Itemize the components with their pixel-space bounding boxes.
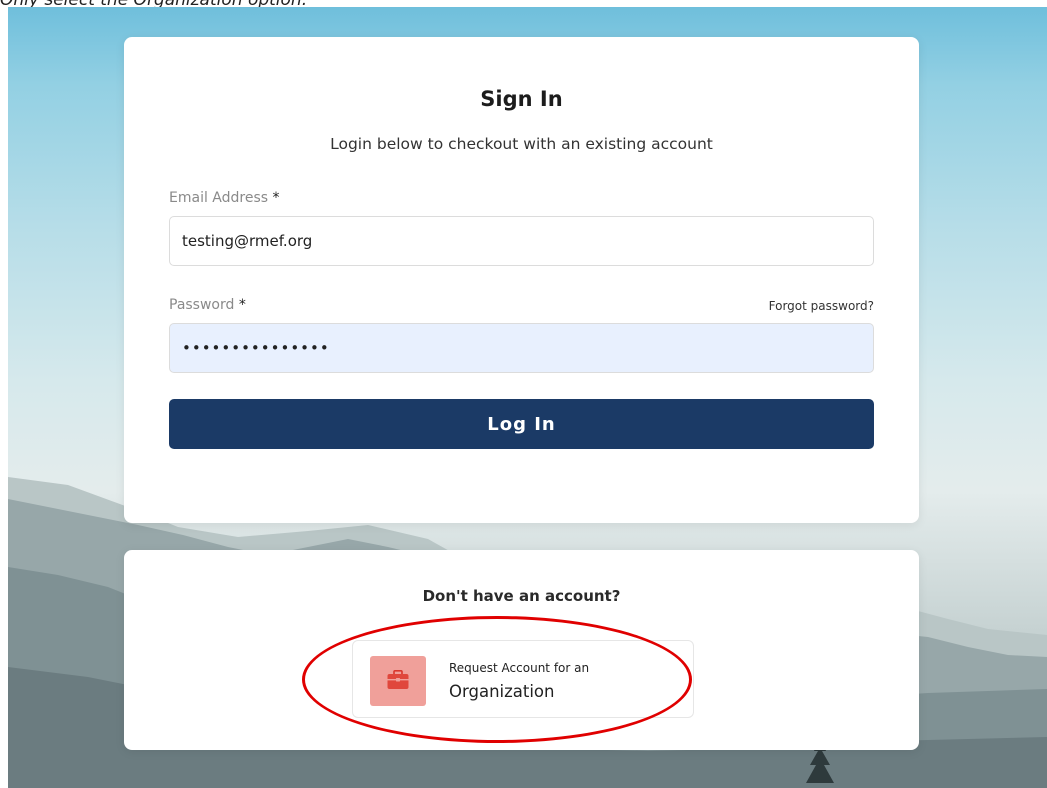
email-required-marker: * (272, 190, 280, 206)
no-account-prompt: Don't have an account? (422, 587, 621, 605)
password-label-text: Password (169, 297, 235, 313)
sign-up-card: Don't have an account? Request Account f… (124, 550, 919, 750)
sign-in-title: Sign In (480, 87, 563, 111)
sign-in-subtitle: Login below to checkout with an existing… (330, 135, 713, 153)
org-button-title: Organization (449, 682, 555, 701)
password-label: Password * (169, 297, 246, 313)
email-label: Email Address * (169, 190, 280, 206)
briefcase-icon (387, 670, 409, 689)
password-required-marker: * (238, 297, 246, 313)
request-organization-account-button[interactable]: Request Account for an Organization (352, 640, 694, 718)
log-in-button[interactable]: Log In (169, 399, 874, 449)
password-field[interactable] (169, 323, 874, 373)
email-label-text: Email Address (169, 190, 269, 206)
forgot-password-link[interactable]: Forgot password? (769, 299, 874, 313)
email-field[interactable] (169, 216, 874, 266)
sign-in-card: Sign In Login below to checkout with an … (124, 37, 919, 523)
organization-icon-tile (370, 656, 426, 706)
org-button-caption: Request Account for an (449, 661, 590, 675)
